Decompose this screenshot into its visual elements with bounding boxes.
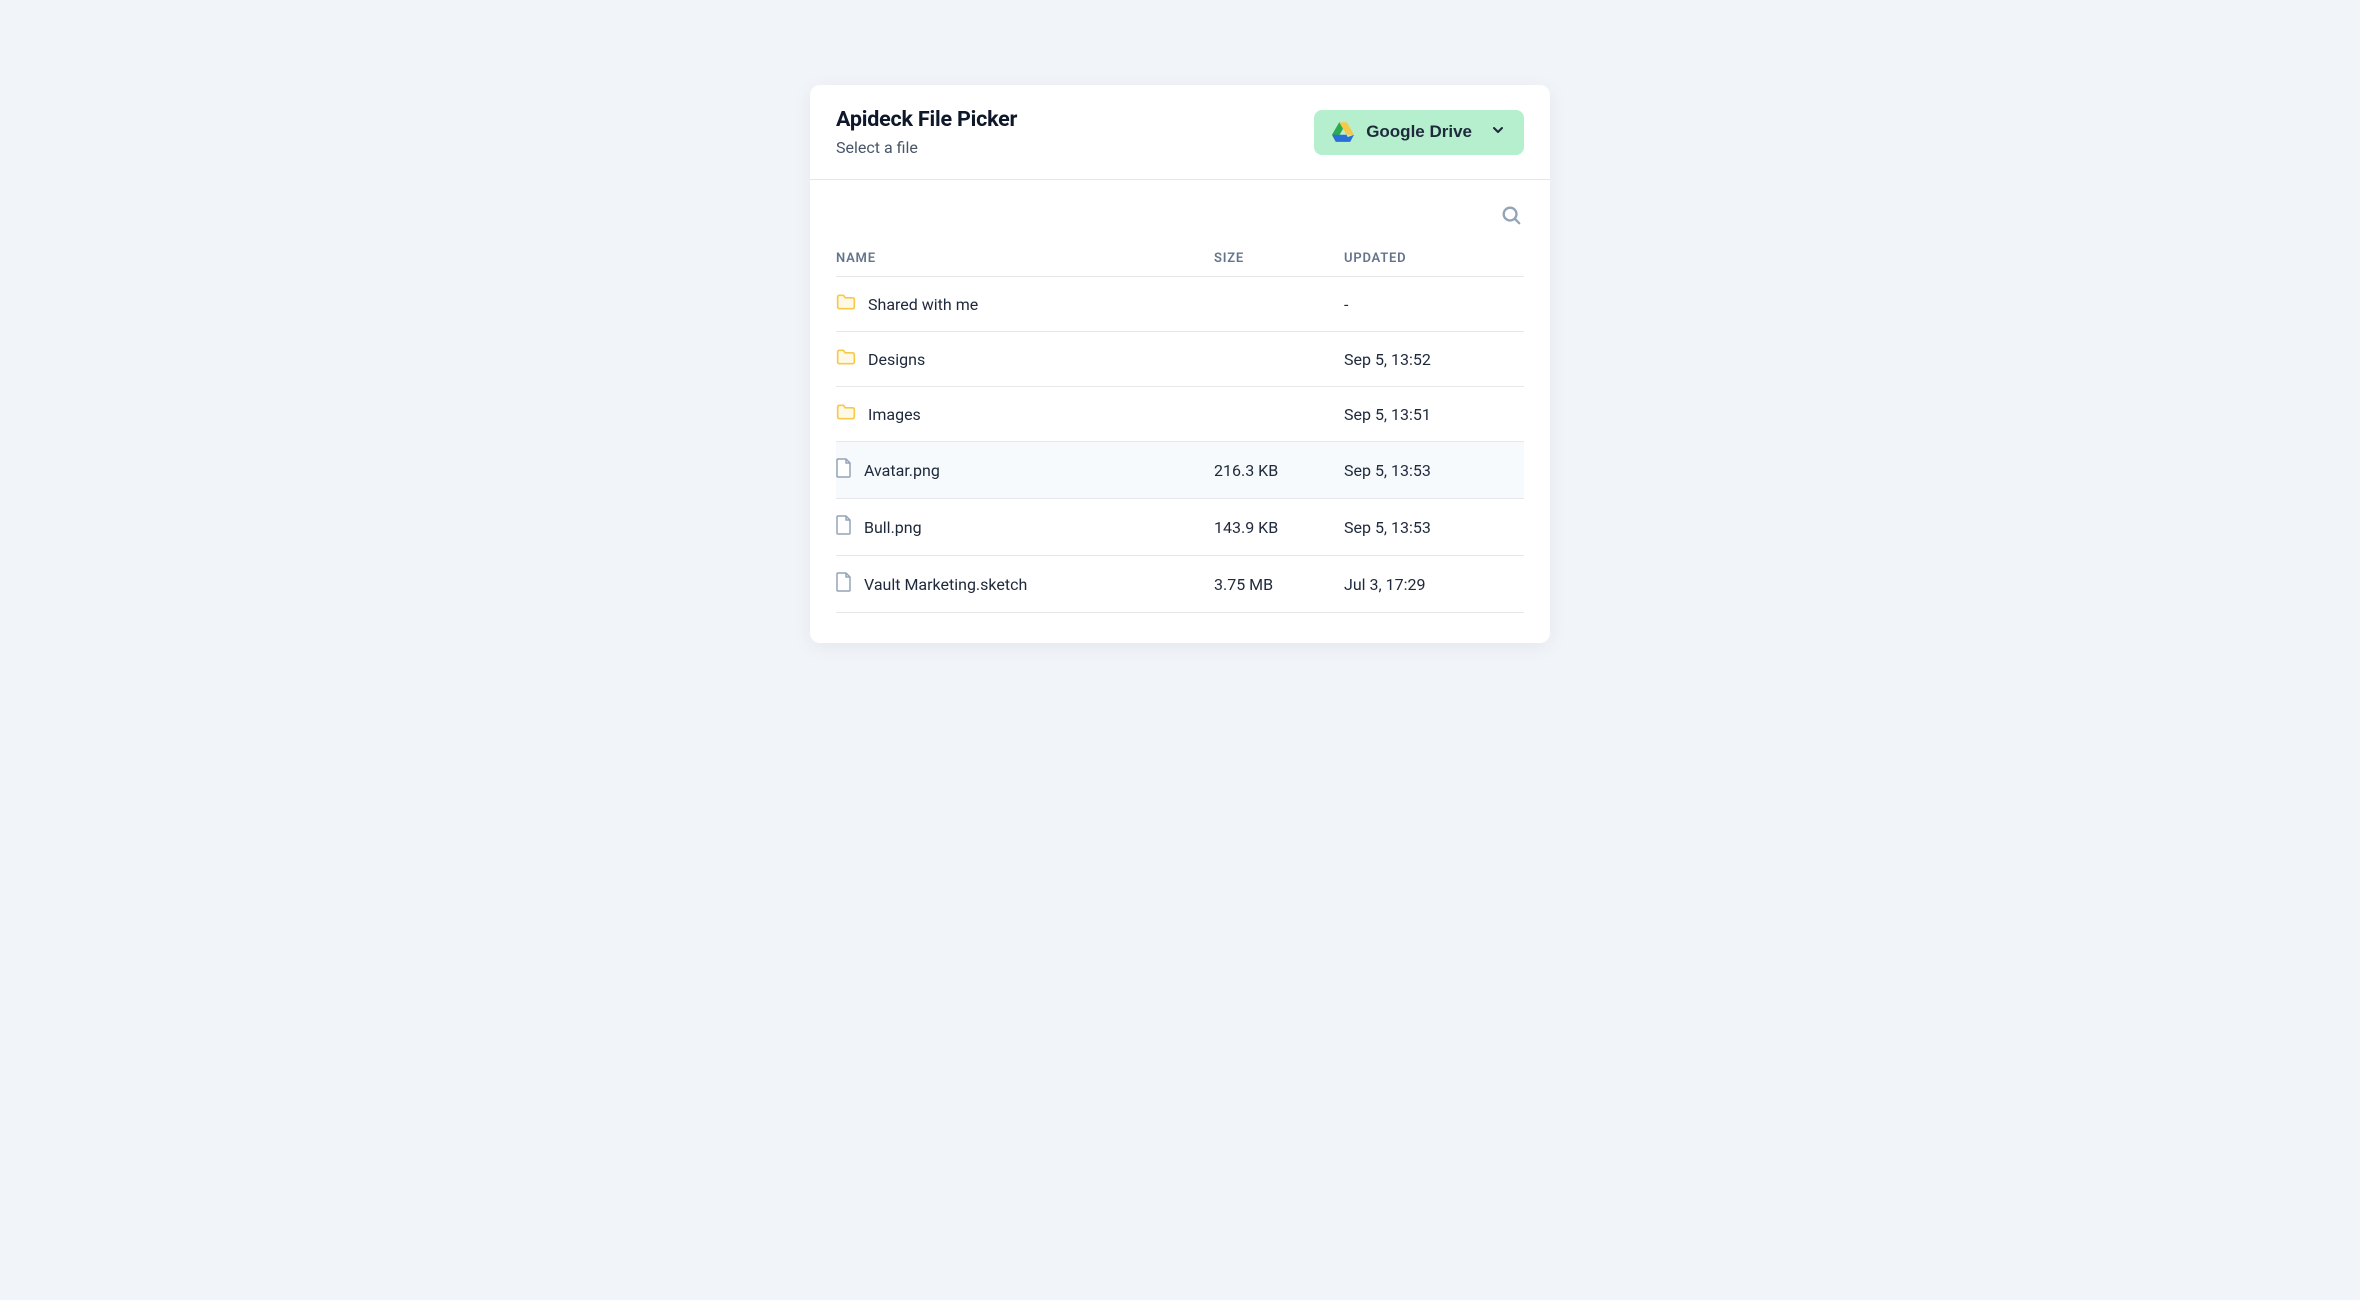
updated-cell: Jul 3, 17:29 — [1344, 575, 1524, 594]
table-header: NAME SIZE UPDATED — [836, 241, 1524, 277]
table-row[interactable]: Vault Marketing.sketch 3.75 MBJul 3, 17:2… — [836, 556, 1524, 613]
file-icon — [836, 572, 852, 596]
modal-header: Apideck File Picker Select a file Google… — [810, 85, 1550, 179]
name-cell: Vault Marketing.sketch — [836, 572, 1214, 596]
name-cell: Images — [836, 403, 1214, 425]
folder-icon — [836, 348, 856, 370]
table-row[interactable]: Avatar.png 216.3 KBSep 5, 13:53 — [836, 442, 1524, 499]
provider-label: Google Drive — [1366, 122, 1472, 142]
item-name: Vault Marketing.sketch — [864, 575, 1027, 594]
updated-cell: Sep 5, 13:53 — [1344, 518, 1524, 537]
file-table: NAME SIZE UPDATED Shared with me - Designs… — [810, 241, 1550, 643]
table-body: Shared with me - Designs Sep 5, 13:52 Images… — [836, 277, 1524, 613]
updated-cell: Sep 5, 13:53 — [1344, 461, 1524, 480]
search-icon — [1500, 214, 1522, 229]
updated-cell: Sep 5, 13:51 — [1344, 405, 1524, 424]
item-name: Designs — [868, 350, 925, 369]
name-cell: Avatar.png — [836, 458, 1214, 482]
size-cell: 3.75 MB — [1214, 575, 1344, 594]
item-name: Bull.png — [864, 518, 922, 537]
table-row[interactable]: Designs Sep 5, 13:52 — [836, 332, 1524, 387]
item-name: Shared with me — [868, 295, 978, 314]
table-row[interactable]: Images Sep 5, 13:51 — [836, 387, 1524, 442]
item-name: Images — [868, 405, 921, 424]
toolbar — [810, 180, 1550, 241]
name-cell: Designs — [836, 348, 1214, 370]
size-cell: 143.9 KB — [1214, 518, 1344, 537]
name-cell: Bull.png — [836, 515, 1214, 539]
file-icon — [836, 458, 852, 482]
size-cell: 216.3 KB — [1214, 461, 1344, 480]
provider-select-button[interactable]: Google Drive — [1314, 110, 1524, 155]
updated-cell: Sep 5, 13:52 — [1344, 350, 1524, 369]
file-icon — [836, 515, 852, 539]
table-row[interactable]: Bull.png 143.9 KBSep 5, 13:53 — [836, 499, 1524, 556]
name-cell: Shared with me — [836, 293, 1214, 315]
folder-icon — [836, 403, 856, 425]
column-header-updated: UPDATED — [1344, 251, 1524, 266]
folder-icon — [836, 293, 856, 315]
modal-subtitle: Select a file — [836, 138, 1017, 157]
chevron-down-icon — [1490, 122, 1506, 143]
table-row[interactable]: Shared with me - — [836, 277, 1524, 332]
modal-title: Apideck File Picker — [836, 107, 1017, 132]
file-picker-modal: Apideck File Picker Select a file Google… — [810, 85, 1550, 643]
updated-cell: - — [1344, 295, 1524, 314]
column-header-name: NAME — [836, 251, 1214, 266]
column-header-size: SIZE — [1214, 251, 1344, 266]
title-block: Apideck File Picker Select a file — [836, 107, 1017, 157]
google-drive-icon — [1332, 122, 1354, 142]
search-button[interactable] — [1498, 202, 1524, 231]
item-name: Avatar.png — [864, 461, 940, 480]
